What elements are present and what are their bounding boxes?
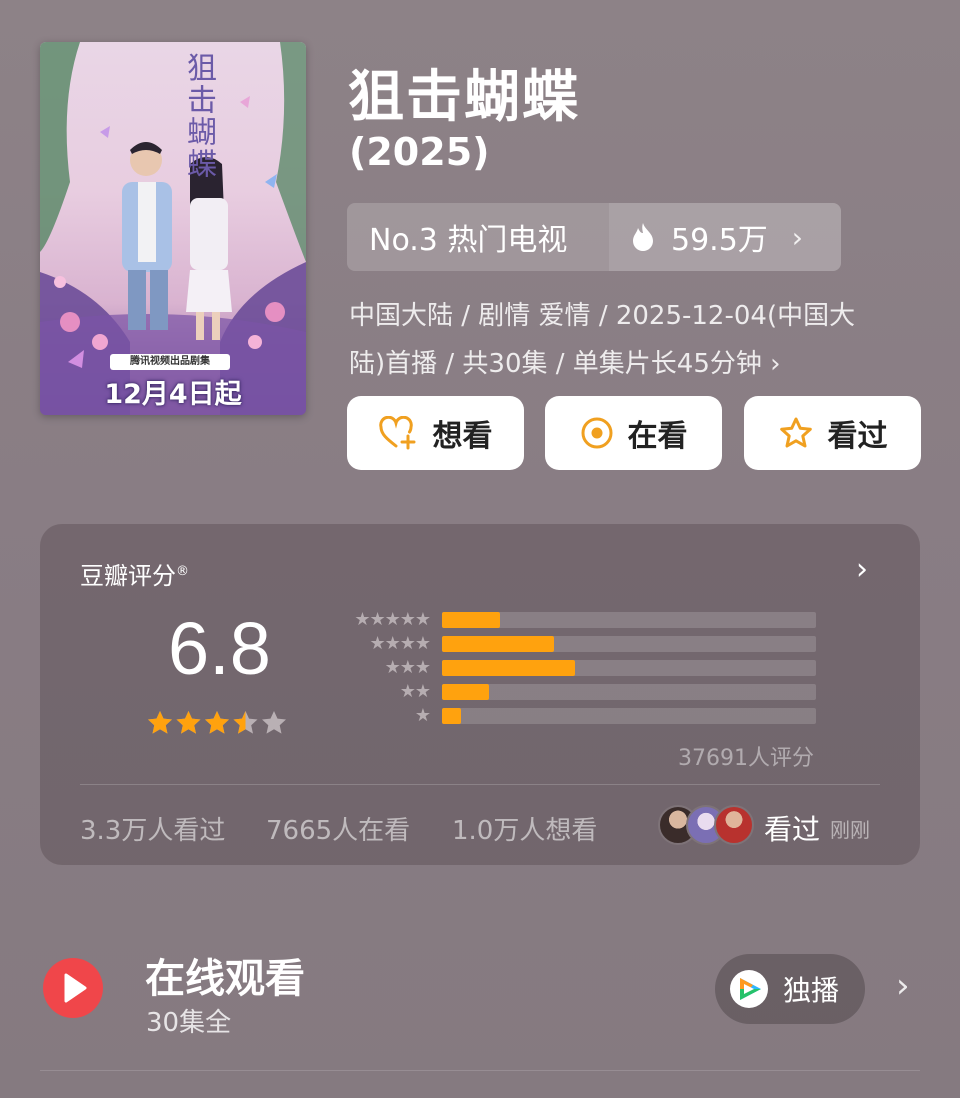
rating-bar-track [442,636,816,652]
target-icon [581,417,612,449]
rating-row-stars: ★★★★ [369,633,431,654]
heat-value: 59.5万 [671,223,768,258]
heat-indicator[interactable]: 59.5万 › [609,203,841,271]
watching-count: 7665人在看 [266,816,411,846]
rating-header-text: 豆瓣评分 [80,562,176,590]
heart-plus-icon [378,416,415,450]
meta-line-1: 中国大陆 / 剧情 爱情 / 2025-12-04(中国大 [349,301,856,331]
show-meta[interactable]: 中国大陆 / 剧情 爱情 / 2025-12-04(中国大 陆)首播 / 共30… [349,292,909,388]
poster-title-art: 狙击蝴蝶 [181,52,216,180]
rating-star-icon [148,711,172,734]
want-to-watch-label: 想看 [432,419,493,454]
watching-button[interactable]: 在看 [545,396,722,470]
divider [80,784,880,785]
watched-label: 看过 [827,419,888,454]
rating-bar-fill [442,660,575,676]
watched-count: 3.3万人看过 [80,816,226,846]
action-buttons: 想看 在看 看过 [347,396,921,470]
rating-bar-track [442,684,816,700]
star-outline-icon [779,417,812,448]
page: 狙击蝴蝶 腾讯视频出品剧集 12月4日起 狙击蝴蝶 (2025) No.3 热门… [0,0,960,1098]
rating-row-stars: ★★★ [384,657,431,678]
show-title: 狙击蝴蝶 [348,65,580,130]
rating-card[interactable]: 豆瓣评分® › 6.8 ★★★★★ ★★★★ ★★★ ★★ ★ 37691人评分 3.3… [40,524,920,865]
want-count: 1.0万人想看 [452,816,598,846]
want-to-watch-button[interactable]: 想看 [347,396,524,470]
chevron-right-icon[interactable]: › [856,552,868,587]
vote-count: 37691人评分 [678,746,814,771]
rating-star-icon [233,711,258,734]
rating-bar-fill [442,636,555,652]
rating-bar-fill [442,708,461,724]
poster-release-line: 12月4日起 [104,379,242,410]
play-icon[interactable] [43,958,103,1018]
friend-avatars[interactable] [658,805,754,847]
rating-star-icon [262,711,286,734]
rank-box[interactable]: No.3 热门电视 59.5万 › [347,203,841,271]
rating-bar-track [442,660,816,676]
chevron-right-icon[interactable]: › [896,966,910,1006]
show-year: (2025) [349,130,490,174]
exclusive-label: 独播 [783,974,840,1007]
rating-bar-track [442,708,816,724]
rating-star-icon [205,711,229,734]
registered-mark: ® [176,564,189,579]
avatar[interactable] [714,805,754,845]
divider [40,1070,920,1071]
rating-stars [148,711,286,734]
rating-bar-fill [442,612,500,628]
rating-bar-track [442,612,816,628]
rating-bar-fill [442,684,489,700]
chevron-right-icon: › [791,220,803,254]
tencent-video-icon [730,970,768,1008]
rating-star-icon [176,711,201,734]
exclusive-platform-button[interactable]: 独播 [715,954,865,1024]
play-triangle-icon [64,973,87,1003]
poster-image[interactable]: 狙击蝴蝶 腾讯视频出品剧集 12月4日起 [40,42,306,415]
poster-studio-line: 腾讯视频出品剧集 [110,354,230,370]
rating-header: 豆瓣评分® [80,556,189,591]
watching-label: 在看 [627,419,688,454]
online-watch-title[interactable]: 在线观看 [145,946,305,1004]
episode-count: 30集全 [146,1008,232,1038]
friend-action: 看过 [764,813,821,846]
rank-label[interactable]: No.3 热门电视 [347,203,609,271]
rating-row-stars: ★ [414,705,431,726]
watched-button[interactable]: 看过 [744,396,921,470]
rating-score: 6.8 [168,607,271,690]
flame-icon [633,223,653,251]
rating-row-stars: ★★★★★ [354,609,431,630]
meta-line-2: 陆)首播 / 共30集 / 单集片长45分钟 › [349,349,781,379]
rating-row-stars: ★★ [399,681,431,702]
friend-time: 刚刚 [830,818,870,842]
